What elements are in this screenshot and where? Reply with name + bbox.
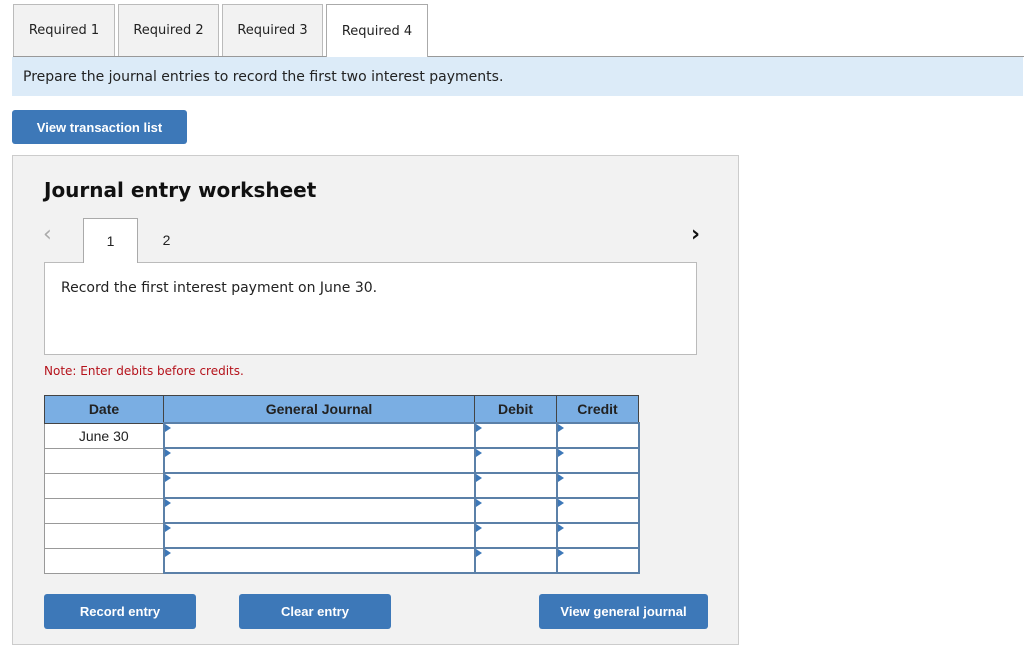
tab-required-1[interactable]: Required 1 bbox=[13, 4, 115, 56]
cell-indicator-icon bbox=[557, 499, 564, 507]
chevron-right-icon[interactable]: › bbox=[691, 222, 700, 247]
view-general-journal-button[interactable]: View general journal bbox=[539, 594, 708, 629]
account-input[interactable] bbox=[162, 422, 476, 449]
cell-indicator-icon bbox=[475, 474, 482, 482]
clear-entry-button[interactable]: Clear entry bbox=[239, 594, 391, 629]
credit-input[interactable] bbox=[555, 422, 640, 449]
cell-indicator-icon bbox=[475, 449, 482, 457]
cell-indicator-icon bbox=[475, 424, 482, 432]
instruction-banner: Prepare the journal entries to record th… bbox=[12, 57, 1023, 96]
tab-required-4[interactable]: Required 4 bbox=[326, 4, 428, 57]
debit-input[interactable] bbox=[473, 447, 558, 474]
worksheet-title: Journal entry worksheet bbox=[44, 178, 317, 202]
cell-indicator-icon bbox=[475, 499, 482, 507]
cell-indicator-icon bbox=[557, 474, 564, 482]
entry-note: Note: Enter debits before credits. bbox=[44, 364, 244, 378]
debit-input[interactable] bbox=[473, 547, 558, 574]
cell-indicator-icon bbox=[557, 524, 564, 532]
cell-indicator-icon bbox=[164, 449, 171, 457]
account-input[interactable] bbox=[162, 447, 476, 474]
cell-indicator-icon bbox=[164, 474, 171, 482]
credit-input[interactable] bbox=[555, 522, 640, 549]
requirement-tabs: Required 1 Required 2 Required 3 Require… bbox=[13, 4, 1024, 57]
debit-input[interactable] bbox=[473, 522, 558, 549]
journal-row: June 30 bbox=[44, 422, 640, 449]
cell-indicator-icon bbox=[164, 524, 171, 532]
journal-row bbox=[44, 547, 640, 574]
journal-row bbox=[44, 447, 640, 474]
journal-row bbox=[44, 522, 640, 549]
view-transaction-list-button[interactable]: View transaction list bbox=[12, 110, 187, 144]
chevron-left-icon[interactable]: ‹ bbox=[43, 222, 52, 247]
date-cell[interactable] bbox=[44, 547, 164, 574]
journal-row bbox=[44, 472, 640, 499]
debit-input[interactable] bbox=[473, 472, 558, 499]
journal-row bbox=[44, 497, 640, 524]
cell-indicator-icon bbox=[557, 449, 564, 457]
account-input[interactable] bbox=[162, 472, 476, 499]
date-cell[interactable] bbox=[44, 447, 164, 474]
entry-description: Record the first interest payment on Jun… bbox=[44, 262, 697, 355]
cell-indicator-icon bbox=[164, 499, 171, 507]
account-input[interactable] bbox=[162, 497, 476, 524]
column-debit: Debit bbox=[474, 395, 557, 424]
entry-tab-2[interactable]: 2 bbox=[139, 218, 194, 262]
record-entry-button[interactable]: Record entry bbox=[44, 594, 196, 629]
date-cell[interactable] bbox=[44, 522, 164, 549]
entry-tab-1[interactable]: 1 bbox=[83, 218, 138, 263]
debit-input[interactable] bbox=[473, 497, 558, 524]
journal-table: Date General Journal Debit Credit June 3… bbox=[44, 395, 640, 574]
cell-indicator-icon bbox=[475, 549, 482, 557]
credit-input[interactable] bbox=[555, 547, 640, 574]
cell-indicator-icon bbox=[164, 549, 171, 557]
debit-input[interactable] bbox=[473, 422, 558, 449]
credit-input[interactable] bbox=[555, 472, 640, 499]
tab-required-2[interactable]: Required 2 bbox=[118, 4, 219, 56]
column-credit: Credit bbox=[556, 395, 639, 424]
cell-indicator-icon bbox=[475, 524, 482, 532]
date-cell[interactable] bbox=[44, 472, 164, 499]
cell-indicator-icon bbox=[557, 424, 564, 432]
cell-indicator-icon bbox=[164, 424, 171, 432]
account-input[interactable] bbox=[162, 547, 476, 574]
date-cell[interactable] bbox=[44, 497, 164, 524]
cell-indicator-icon bbox=[557, 549, 564, 557]
column-date: Date bbox=[44, 395, 164, 424]
journal-entry-worksheet: Journal entry worksheet ‹ 1 2 › Record t… bbox=[12, 155, 739, 645]
tab-required-3[interactable]: Required 3 bbox=[222, 4, 323, 56]
column-general-journal: General Journal bbox=[163, 395, 475, 424]
credit-input[interactable] bbox=[555, 447, 640, 474]
entry-description-text: Record the first interest payment on Jun… bbox=[61, 280, 378, 296]
date-cell[interactable]: June 30 bbox=[44, 422, 164, 449]
journal-header-row: Date General Journal Debit Credit bbox=[44, 395, 639, 424]
account-input[interactable] bbox=[162, 522, 476, 549]
credit-input[interactable] bbox=[555, 497, 640, 524]
